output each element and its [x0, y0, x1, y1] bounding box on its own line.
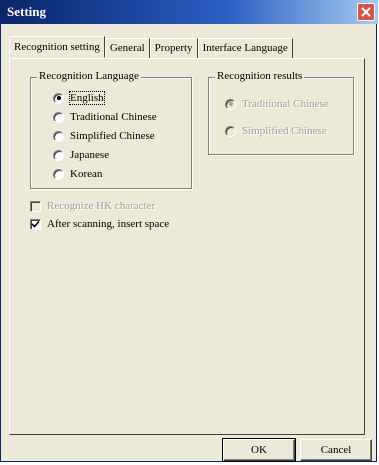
tab-property[interactable]: Property: [149, 38, 198, 58]
insert-space-label: After scanning, insert space: [47, 218, 170, 230]
radio-button-traditional-chinese[interactable]: [53, 111, 64, 123]
close-button[interactable]: [357, 3, 375, 21]
check-icon: [31, 220, 40, 228]
radio-result-traditional-chinese[interactable]: Traditional Chinese: [225, 96, 329, 112]
radio-label-result-traditional-chinese: Traditional Chinese: [242, 98, 329, 110]
radio-traditional-chinese[interactable]: Traditional Chinese: [53, 109, 157, 125]
recognize-hk-character-option[interactable]: Recognize HK character: [30, 198, 155, 214]
radio-label-japanese: Japanese: [70, 149, 110, 161]
close-icon: [361, 7, 371, 17]
radio-label-result-simplified-chinese: Simplified Chinese: [242, 125, 327, 137]
radio-button-english[interactable]: [53, 92, 64, 104]
ok-button[interactable]: OK: [222, 438, 296, 462]
insert-space-option[interactable]: After scanning, insert space: [30, 216, 169, 232]
radio-button-result-traditional-chinese[interactable]: [225, 98, 236, 110]
insert-space-checkbox[interactable]: [30, 218, 41, 230]
radio-button-korean[interactable]: [53, 168, 64, 180]
radio-label-simplified-chinese: Simplified Chinese: [70, 130, 155, 142]
radio-simplified-chinese[interactable]: Simplified Chinese: [53, 128, 155, 144]
recognize-hk-character-checkbox[interactable]: [30, 200, 41, 212]
radio-selected-dot: [228, 102, 233, 106]
radio-label-traditional-chinese: Traditional Chinese: [70, 111, 157, 123]
radio-label-korean: Korean: [70, 168, 103, 180]
radio-english[interactable]: English: [53, 90, 105, 106]
radio-japanese[interactable]: Japanese: [53, 147, 109, 163]
recognition-setting-panel: Recognition Language English Traditional…: [9, 58, 365, 435]
radio-korean[interactable]: Korean: [53, 166, 102, 182]
recognition-language-title: Recognition Language: [37, 70, 141, 82]
radio-button-simplified-chinese[interactable]: [53, 130, 64, 142]
cancel-button[interactable]: Cancel: [300, 439, 372, 461]
tab-general[interactable]: General: [104, 38, 150, 58]
tab-strip: Recognition setting General Property Int…: [9, 36, 293, 58]
setting-dialog: Setting Recognition setting General Prop…: [0, 0, 378, 462]
radio-result-simplified-chinese[interactable]: Simplified Chinese: [225, 123, 327, 139]
radio-selected-dot: [56, 96, 61, 100]
recognition-results-group: Recognition results Traditional Chinese …: [208, 70, 354, 155]
radio-button-result-simplified-chinese[interactable]: [225, 125, 236, 137]
title-bar[interactable]: Setting: [1, 0, 378, 24]
radio-label-english: English: [69, 91, 105, 105]
radio-button-japanese[interactable]: [53, 149, 64, 161]
recognize-hk-character-label: Recognize HK character: [47, 200, 156, 212]
recognition-results-title: Recognition results: [215, 70, 305, 82]
window-title: Setting: [7, 4, 46, 19]
tab-interface-language[interactable]: Interface Language: [197, 38, 293, 58]
recognition-language-group: Recognition Language English Traditional…: [30, 70, 192, 189]
tab-recognition-setting[interactable]: Recognition setting: [9, 36, 105, 58]
